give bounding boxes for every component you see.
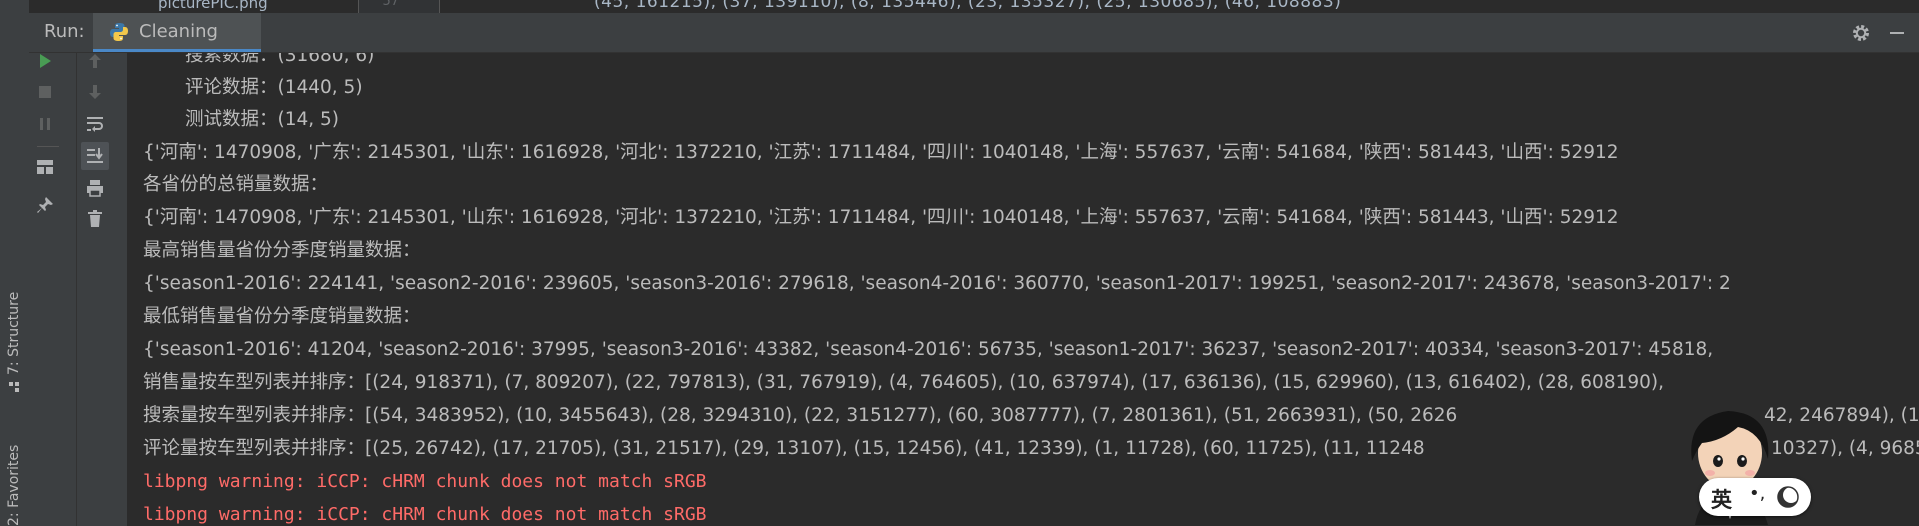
scroll-to-end-icon	[87, 148, 103, 163]
run-tab-cleaning[interactable]: Cleaning	[93, 13, 261, 52]
partial-output-line: (45, 161215), (37, 139110), (8, 135446),…	[594, 0, 1342, 12]
console-error-line: libpng warning: iCCP: cHRM chunk does no…	[143, 504, 707, 525]
arrow-down-icon	[89, 85, 101, 99]
project-file-item[interactable]: picturePIC.png	[158, 0, 268, 12]
console-line: 测试数据：(14, 5)	[185, 109, 340, 130]
ime-language-char: 英	[1711, 488, 1732, 512]
gear-icon[interactable]	[1851, 23, 1871, 43]
print-button[interactable]	[81, 174, 109, 202]
ime-status-pill[interactable]: 英 •,	[1699, 478, 1811, 516]
toolbar-separator	[37, 146, 59, 147]
ime-punctuation-mode: •,	[1749, 483, 1766, 504]
run-header: Run: Cleaning	[29, 13, 1919, 53]
arrow-up-icon	[89, 54, 101, 68]
minimize-icon[interactable]	[1887, 23, 1907, 43]
console-line: 销售量按车型列表并排序：[(24, 918371), (7, 809207), …	[143, 372, 1664, 393]
console-line: {'season1-2016': 41204, 'season2-2016': …	[143, 339, 1714, 360]
pause-icon	[40, 118, 50, 130]
moon-icon	[1777, 486, 1799, 508]
python-icon	[110, 23, 128, 41]
run-icon	[40, 54, 51, 68]
favorites-tab-label: 2: Favorites	[6, 444, 22, 526]
console-line: {'season1-2016': 224141, 'season2-2016':…	[143, 273, 1731, 294]
structure-tab-label: 7: Structure	[6, 291, 22, 375]
toolbar-divider	[76, 53, 77, 526]
structure-tab[interactable]: 7: Structure	[4, 282, 24, 392]
print-icon	[87, 180, 103, 197]
console-line: 各省份的总销量数据：	[143, 174, 329, 195]
scroll-up-button[interactable]	[81, 47, 109, 75]
soft-wrap-button[interactable]	[81, 110, 109, 138]
console-line: 搜索数据：(31680, 6)	[185, 53, 375, 66]
layout-button[interactable]	[31, 153, 59, 181]
scroll-to-end-button[interactable]	[81, 142, 109, 170]
console-line: {'河南': 1470908, '广东': 2145301, '山东': 161…	[143, 207, 1619, 228]
trash-icon	[88, 210, 102, 227]
stop-icon	[39, 86, 51, 98]
console-line: 搜索量按车型列表并排序：[(54, 3483952), (10, 3455643…	[143, 405, 1458, 426]
run-tab-title: Cleaning	[139, 21, 218, 42]
left-tool-strip: 7: Structure 2: Favorites	[0, 0, 30, 526]
pin-icon	[37, 197, 53, 213]
console-line: 评论量按车型列表并排序：[(25, 26742), (17, 21705), (…	[143, 438, 1425, 459]
run-label: Run:	[44, 21, 85, 42]
pause-button[interactable]	[31, 110, 59, 138]
structure-icon	[9, 382, 20, 392]
favorites-tab[interactable]: 2: Favorites	[4, 430, 24, 526]
editor-top-sliver: picturePIC.png 57 (45, 161215), (37, 139…	[29, 0, 1919, 13]
clear-all-button[interactable]	[81, 205, 109, 233]
console-line: 最低销售量省份分季度销量数据：	[143, 306, 421, 327]
rerun-button[interactable]	[31, 47, 59, 75]
console-line: 评论数据：(1440, 5)	[185, 77, 363, 98]
scroll-down-button[interactable]	[81, 78, 109, 106]
line-gutter: 57	[358, 0, 440, 13]
console-line: {'河南': 1470908, '广东': 2145301, '山东': 161…	[143, 142, 1619, 163]
stop-button[interactable]	[31, 78, 59, 106]
line-number: 57	[382, 0, 399, 9]
run-toolbar	[29, 53, 127, 526]
soft-wrap-icon	[87, 117, 103, 132]
layout-icon	[37, 160, 53, 174]
console-error-line: libpng warning: iCCP: cHRM chunk does no…	[143, 471, 707, 492]
pin-button[interactable]	[31, 191, 59, 219]
console-line: 最高销售量省份分季度销量数据：	[143, 240, 421, 261]
